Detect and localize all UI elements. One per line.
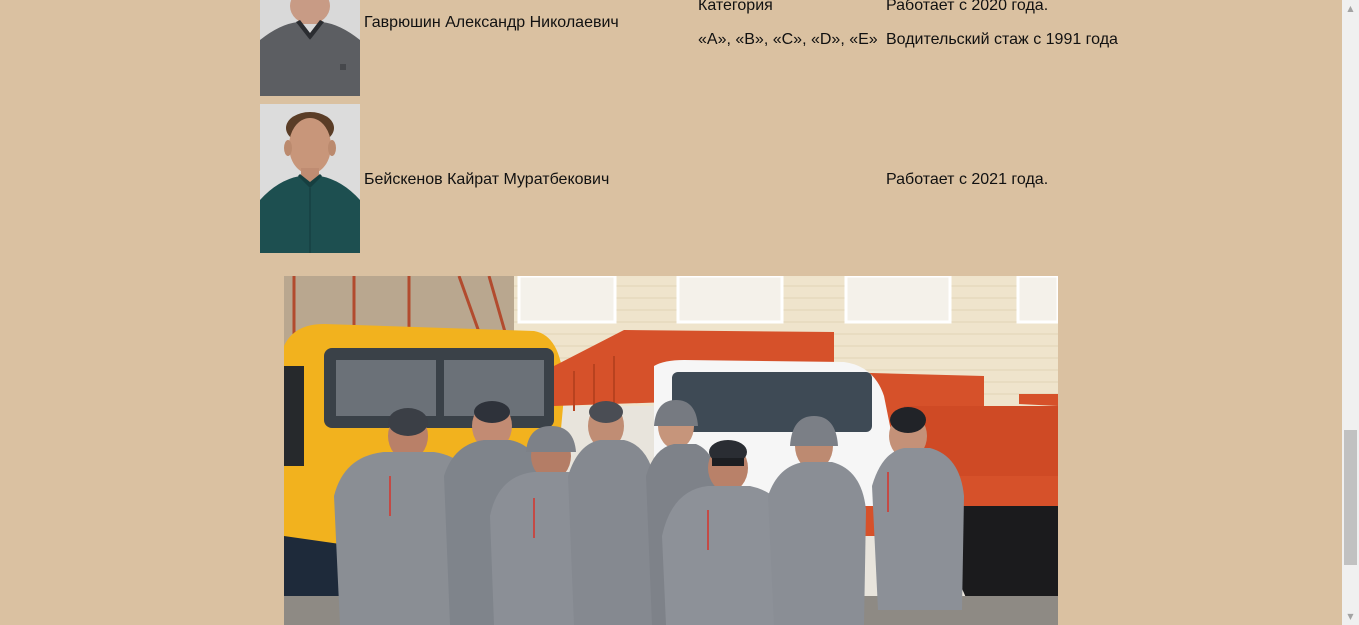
employee-category-label: Категория xyxy=(698,0,773,14)
employee-name: Гаврюшин Александр Николаевич xyxy=(364,14,619,31)
employee-driving-experience: Водительский стаж с 1991 года xyxy=(886,31,1118,48)
employee-category-value: «A», «B», «C», «D», «E» xyxy=(698,31,878,48)
scroll-thumb[interactable] xyxy=(1344,430,1357,565)
employee-works-since: Работает с 2020 года. xyxy=(886,0,1049,14)
scroll-down-arrow-icon[interactable]: ▼ xyxy=(1342,608,1359,625)
employee-photo xyxy=(260,0,360,96)
scroll-up-arrow-icon[interactable]: ▲ xyxy=(1342,0,1359,17)
employee-name: Бейскенов Кайрат Муратбекович xyxy=(364,171,610,188)
employee-row-2: Бейскенов Кайрат Муратбекович Работает с… xyxy=(260,104,1140,254)
employee-works-since: Работает с 2021 года. xyxy=(886,171,1049,188)
vertical-scrollbar[interactable]: ▲ ▼ xyxy=(1342,0,1359,625)
employee-photo xyxy=(260,104,360,253)
page-content: Гаврюшин Александр Николаевич Категория … xyxy=(0,0,1342,625)
employee-row-1: Гаврюшин Александр Николаевич Категория … xyxy=(260,0,1140,100)
drivers-group-photo xyxy=(284,276,1058,625)
